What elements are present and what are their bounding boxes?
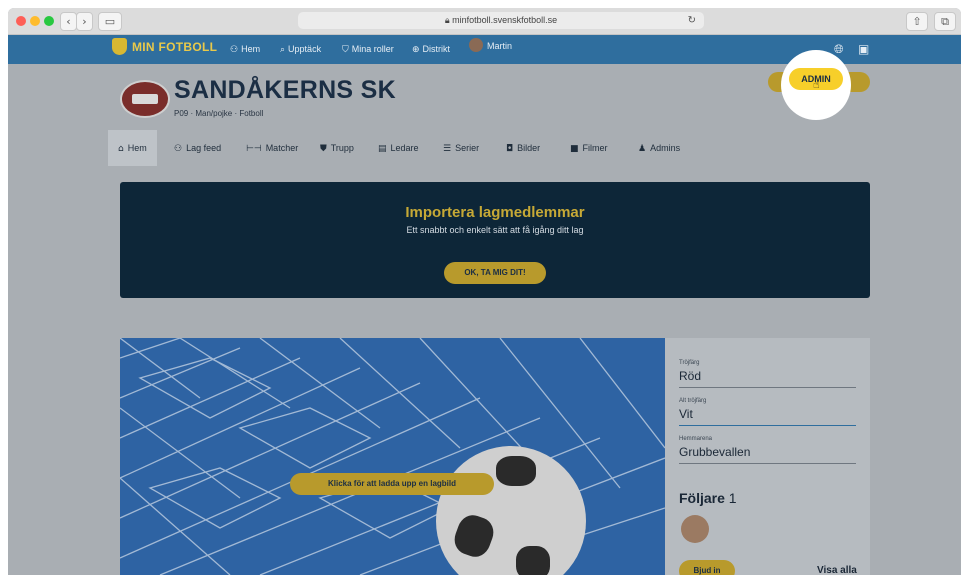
- lock-icon: 🔒︎: [444, 15, 450, 25]
- team-logo: [120, 80, 170, 118]
- tab-matcher[interactable]: ⊢⊣ Matcher: [246, 130, 298, 166]
- team-photo[interactable]: Klicka för att ladda upp en lagbild: [120, 338, 665, 575]
- alt-jersey-color-field[interactable]: Alt tröjfärg Vit: [679, 398, 856, 426]
- tab-ledare[interactable]: ▤ Ledare: [378, 130, 419, 166]
- chevron-right-icon[interactable]: ›: [76, 12, 93, 31]
- followers-count: 1: [728, 490, 737, 506]
- home-icon: ⌂: [118, 144, 124, 154]
- versus-icon: ⊢⊣: [246, 144, 262, 154]
- clipboard-icon: ▤: [378, 144, 387, 154]
- tab-lag-feed[interactable]: ⚇ Lag feed: [174, 130, 221, 166]
- home-arena-field[interactable]: Hemmarena Grubbevallen: [679, 436, 856, 464]
- brand-text: MIN FOTBOLL: [132, 40, 218, 54]
- jersey-color-field[interactable]: Tröjfärg Röd: [679, 360, 856, 388]
- tab-filmer[interactable]: ■ Filmer: [570, 130, 608, 166]
- brand-logo[interactable]: MIN FOTBOLL: [112, 37, 218, 55]
- tab-bilder[interactable]: ◘ Bilder: [506, 130, 540, 166]
- invite-button[interactable]: Bjud in: [679, 560, 735, 575]
- browser-window: ‹ › ▭ 🔒︎ minfotboll.svenskfotboll.se ↻ ⇧…: [8, 8, 961, 575]
- tab-hem[interactable]: ⌂ Hem: [108, 130, 157, 166]
- shield-icon: ⛉: [342, 45, 349, 55]
- nav-item-hem[interactable]: ⚇ Hem: [230, 44, 260, 55]
- team-meta: P09 · Man/pojke · Fotboll: [174, 109, 264, 118]
- team-name: SANDÅKERNS SK: [174, 76, 396, 104]
- team-tabs: ⌂ Hem ⚇ Lag feed ⊢⊣ Matcher ⛊ Trupp ▤ Ledare …: [108, 130, 871, 166]
- district-icon: ⊕: [412, 45, 420, 55]
- crest-icon: [112, 37, 127, 55]
- team-info-panel: Tröjfärg Röd Alt tröjfärg Vit Hemmarena …: [665, 338, 870, 575]
- upload-team-photo-button[interactable]: Klicka för att ladda upp en lagbild: [290, 473, 494, 495]
- calendar-icon[interactable]: ▣: [858, 42, 869, 56]
- nav-item-upptack[interactable]: ⌕ Upptäck: [280, 44, 321, 55]
- follower-avatar[interactable]: [681, 515, 709, 543]
- pointer-cursor-icon: ☝: [813, 78, 820, 91]
- nav-item-distrikt[interactable]: ⊕ Distrikt: [412, 44, 450, 55]
- sidebar-toggle-icon[interactable]: ▭: [98, 12, 122, 31]
- nav-item-mina-roller[interactable]: ⛉ Mina roller: [342, 44, 394, 55]
- banner-subtitle: Ett snabbt och enkelt sätt att få igång …: [406, 225, 584, 235]
- import-banner: Importera lagmedlemmar Ett snabbt och en…: [120, 182, 870, 298]
- tab-admins[interactable]: ♟ Admins: [638, 130, 680, 166]
- followers-heading: Följare 1: [679, 490, 737, 506]
- chevron-left-icon[interactable]: ‹: [60, 12, 77, 31]
- avatar: [469, 38, 483, 53]
- tab-serier[interactable]: ☰ Serier: [443, 130, 479, 166]
- shirt-icon: ⛊: [320, 144, 327, 154]
- url-text: minfotboll.svenskfotboll.se: [452, 15, 558, 25]
- show-all-followers-link[interactable]: Visa alla: [817, 565, 857, 575]
- globe-icon[interactable]: 🌐︎: [834, 42, 844, 57]
- video-icon: ■: [570, 144, 579, 154]
- banner-title: Importera lagmedlemmar: [405, 204, 585, 221]
- address-bar[interactable]: 🔒︎ minfotboll.svenskfotboll.se ↻: [298, 12, 704, 29]
- team-icon: ⚇: [174, 144, 183, 154]
- tab-trupp[interactable]: ⛊ Trupp: [320, 130, 354, 166]
- tabs-overview-icon[interactable]: ⧉: [934, 12, 956, 31]
- reload-icon[interactable]: ↻: [688, 12, 696, 29]
- share-icon[interactable]: ⇧: [906, 12, 928, 31]
- camera-icon: ◘: [506, 144, 514, 154]
- maximize-window-button[interactable]: [44, 16, 54, 26]
- person-icon: ♟: [638, 144, 647, 154]
- team-icon: ⚇: [230, 45, 239, 55]
- close-window-button[interactable]: [16, 16, 26, 26]
- list-icon: ☰: [443, 144, 452, 154]
- browser-toolbar: ‹ › ▭ 🔒︎ minfotboll.svenskfotboll.se ↻ ⇧…: [8, 8, 961, 35]
- nav-item-profile[interactable]: Martin: [469, 38, 512, 53]
- minimize-window-button[interactable]: [30, 16, 40, 26]
- search-icon: ⌕: [280, 45, 286, 55]
- import-members-button[interactable]: OK, TA MIG DIT!: [444, 262, 546, 284]
